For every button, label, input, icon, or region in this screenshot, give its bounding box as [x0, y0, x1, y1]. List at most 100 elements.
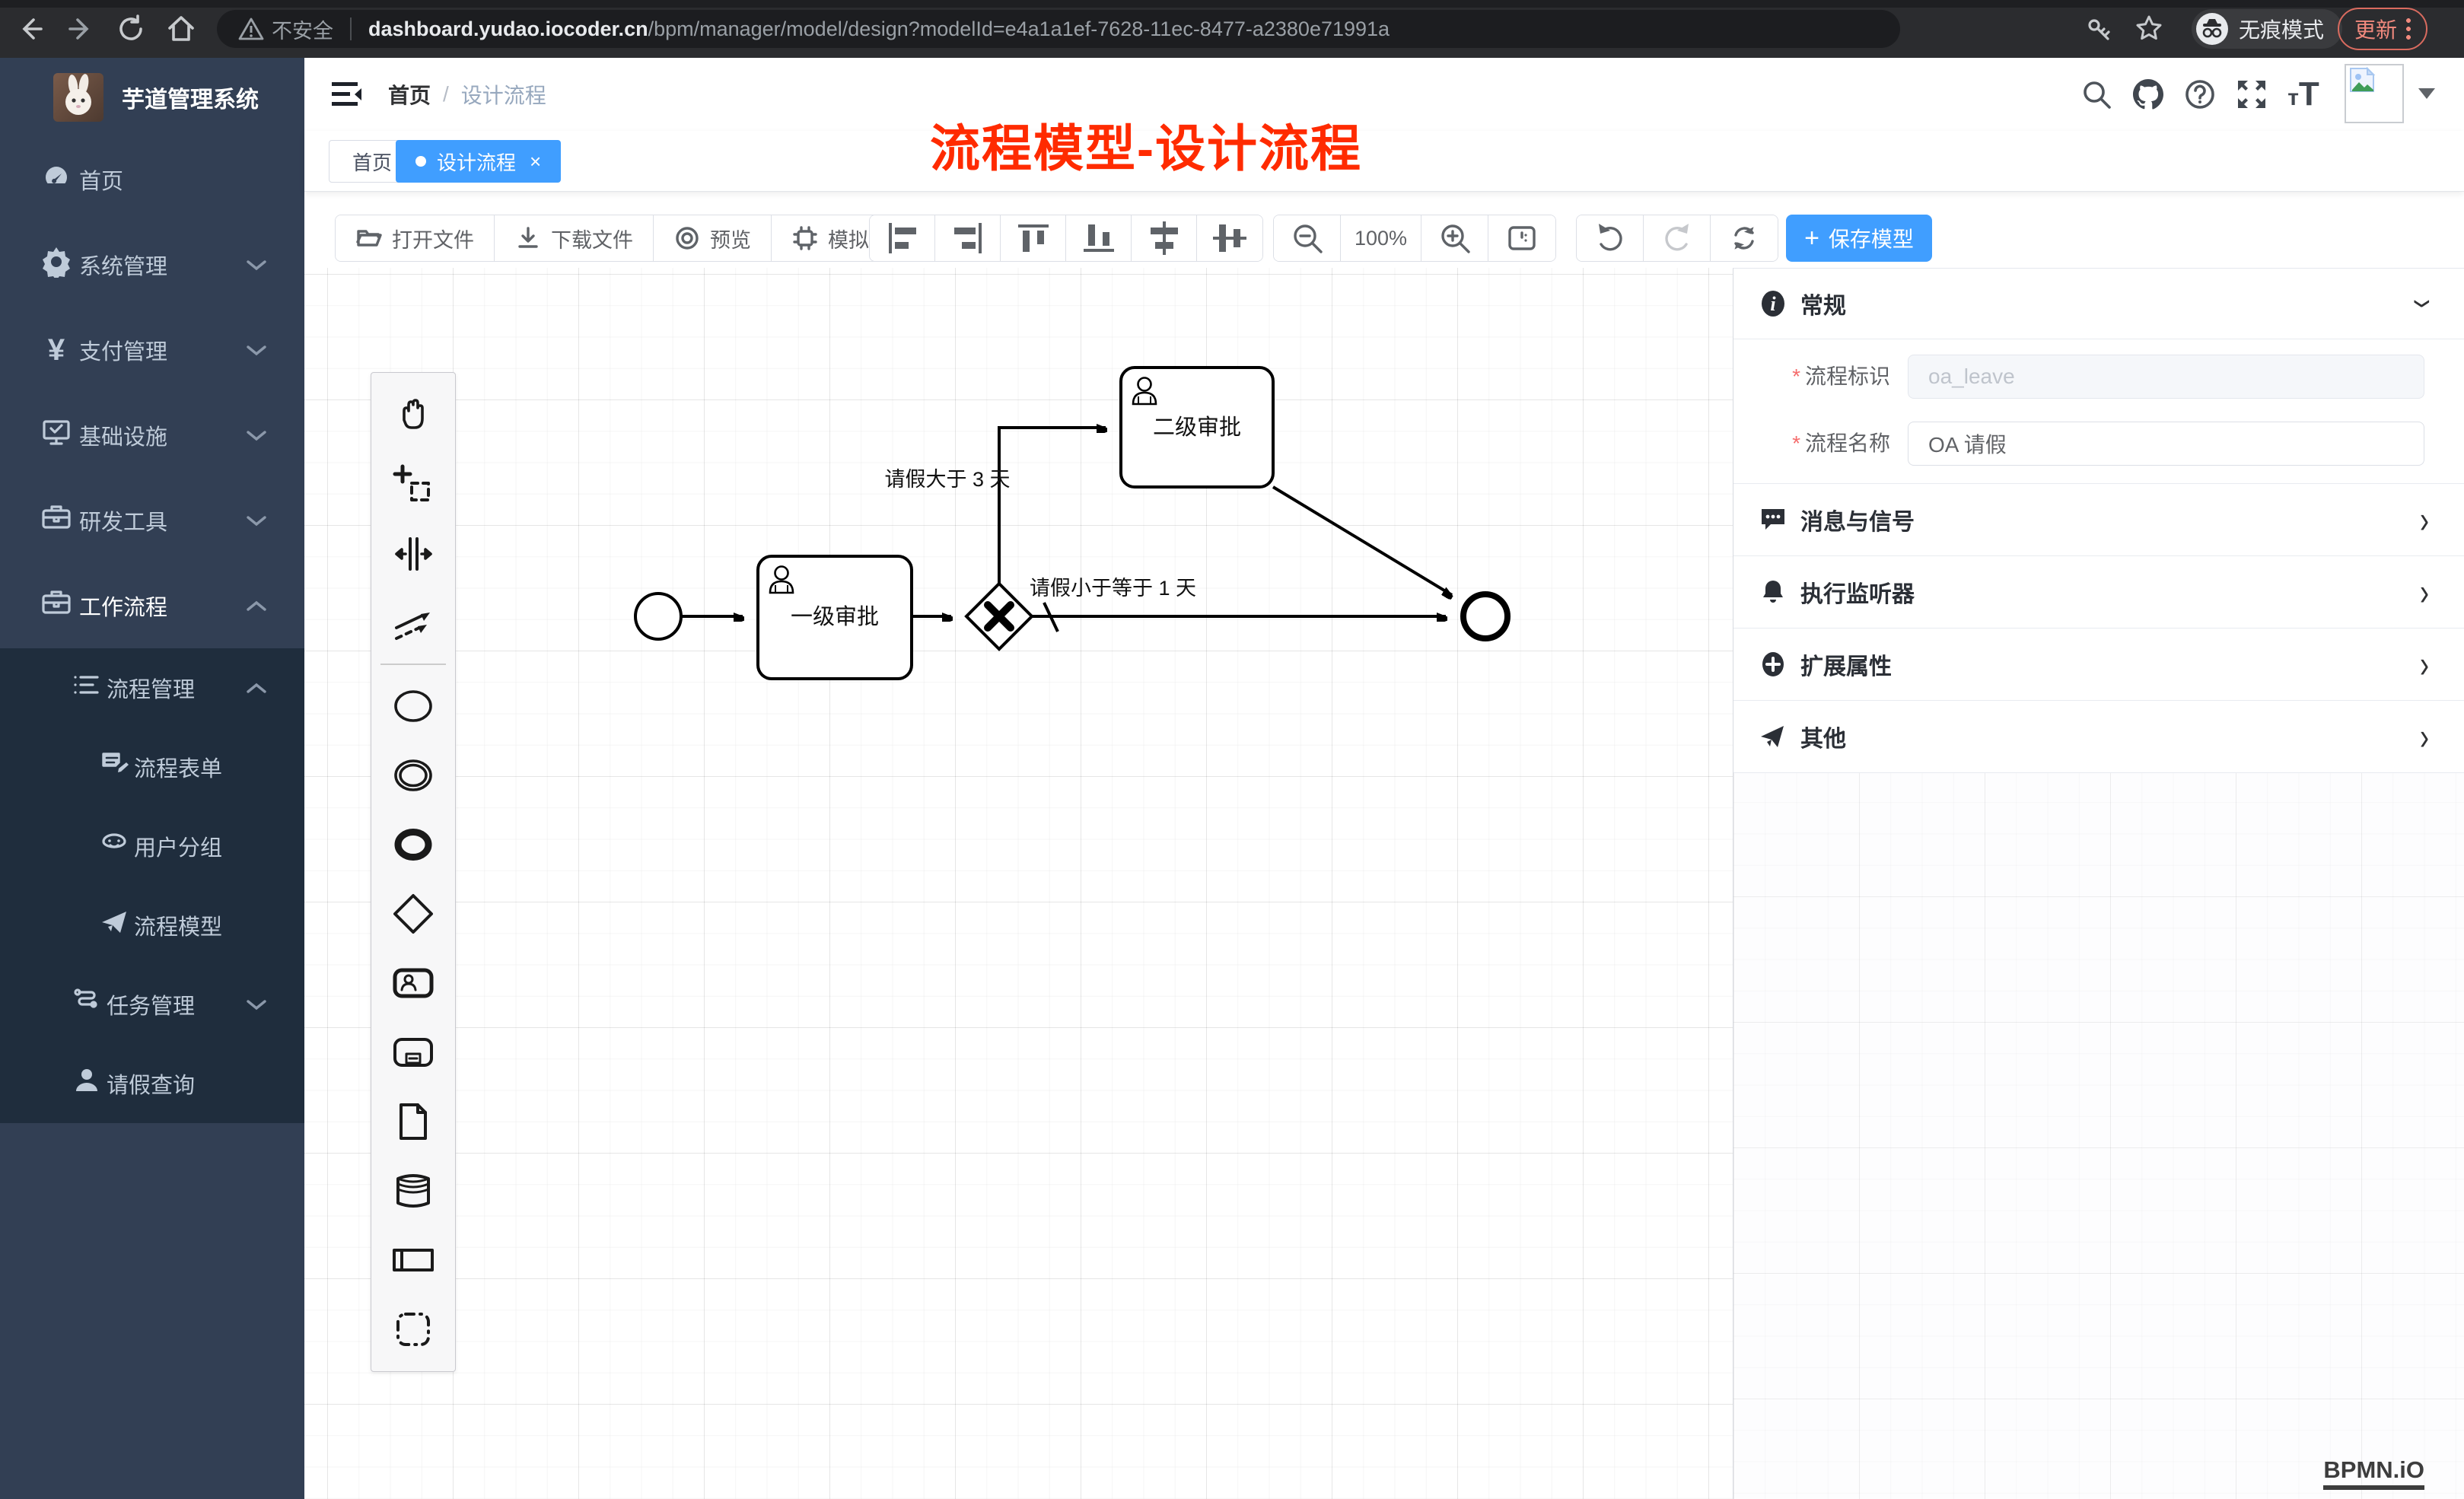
back-icon[interactable]	[12, 11, 49, 47]
fullscreen-icon[interactable]	[2227, 58, 2276, 131]
lasso-tool-icon[interactable]	[371, 450, 455, 519]
sidebar-item-label: 任务管理	[107, 988, 195, 1020]
sidebar-item-workflow[interactable]: 工作流程	[0, 563, 304, 648]
align-button-group	[869, 215, 1263, 262]
breadcrumb-home[interactable]: 首页	[388, 79, 431, 110]
chevron-right-icon: ›	[2420, 570, 2429, 615]
sidebar-logo-row[interactable]: 芋道管理系统	[0, 58, 304, 137]
space-tool-icon[interactable]	[371, 519, 455, 588]
sidebar-fold-icon[interactable]	[330, 79, 364, 113]
fit-viewport-icon[interactable]	[1488, 215, 1555, 261]
section-execution-listener[interactable]: 执行监听器 ›	[1733, 556, 2464, 629]
restart-icon[interactable]	[1711, 215, 1778, 261]
section-message-signal[interactable]: 消息与信号 ›	[1733, 484, 2464, 556]
section-other[interactable]: 其他 ›	[1733, 701, 2464, 773]
sidebar-item-process-model[interactable]: 流程模型	[0, 886, 304, 965]
bpmn-diagram[interactable]: 一级审批 二级审批 请假大于 3 天 请假小于等于 1 天	[304, 268, 1733, 1499]
github-icon[interactable]	[2124, 58, 2173, 131]
data-object-icon[interactable]	[371, 1087, 455, 1156]
exclusive-gateway[interactable]	[966, 584, 1032, 649]
save-model-button[interactable]: + 保存模型	[1786, 215, 1932, 262]
align-right-icon[interactable]	[935, 215, 1001, 261]
preview-button[interactable]: 预览	[654, 215, 772, 261]
zoom-level[interactable]: 100%	[1341, 215, 1421, 261]
user-task-icon[interactable]	[371, 948, 455, 1017]
update-button[interactable]: 更新	[2338, 8, 2427, 50]
sidebar-item-task-mgmt[interactable]: 任务管理	[0, 965, 304, 1044]
gateway-icon[interactable]	[371, 879, 455, 948]
process-key-input[interactable]	[1908, 355, 2424, 399]
security-warning[interactable]: 不安全	[238, 14, 333, 44]
sidebar-item-home[interactable]: 首页	[0, 137, 304, 222]
dashboard-icon	[40, 161, 73, 199]
align-top-icon[interactable]	[1001, 215, 1066, 261]
history-button-group	[1576, 215, 1778, 262]
process-name-input[interactable]	[1908, 422, 2424, 466]
download-file-button[interactable]: 下载文件	[495, 215, 654, 261]
sidebar-item-payment[interactable]: ¥ 支付管理	[0, 307, 304, 393]
start-event[interactable]	[635, 594, 681, 639]
flow-gateway-to-task2[interactable]	[999, 428, 1106, 584]
section-extended-attributes[interactable]: 扩展属性 ›	[1733, 629, 2464, 701]
redo-icon[interactable]	[1644, 215, 1711, 261]
tab-design-process[interactable]: 设计流程 ×	[396, 140, 561, 183]
sidebar-item-system[interactable]: 系统管理	[0, 222, 304, 307]
sidebar-item-process-mgmt[interactable]: 流程管理	[0, 648, 304, 727]
align-left-icon[interactable]	[870, 215, 935, 261]
bpmn-io-watermark[interactable]: BPMN.iO	[2323, 1456, 2424, 1490]
yen-icon: ¥	[40, 333, 73, 368]
end-event-icon[interactable]	[371, 810, 455, 879]
menu-dots-icon[interactable]	[2406, 17, 2411, 41]
bpmn-canvas[interactable]: 一级审批 二级审批 请假大于 3 天 请假小于等于 1 天	[304, 268, 1733, 1499]
help-icon[interactable]	[2176, 58, 2224, 131]
chevron-down-icon	[245, 253, 268, 278]
close-icon[interactable]: ×	[530, 150, 541, 173]
forward-icon[interactable]	[62, 11, 99, 47]
sidebar-item-devtools[interactable]: 研发工具	[0, 478, 304, 563]
group-icon[interactable]	[371, 1294, 455, 1364]
zoom-out-icon[interactable]	[1274, 215, 1341, 261]
sidebar-item-leave-query[interactable]: 请假查询	[0, 1044, 304, 1123]
font-size-icon[interactable]: тT	[2279, 58, 2328, 131]
condition2-label[interactable]: 请假小于等于 1 天	[1030, 577, 1196, 600]
align-center-h-icon[interactable]	[1132, 215, 1197, 261]
search-icon[interactable]	[2072, 58, 2121, 131]
breadcrumb-separator: /	[443, 82, 449, 107]
plus-icon: +	[1804, 224, 1819, 253]
sidebar-item-process-form[interactable]: 流程表单	[0, 727, 304, 807]
monitor-icon	[40, 416, 73, 454]
star-icon[interactable]	[2131, 11, 2167, 47]
sidebar-item-infrastructure[interactable]: 基础设施	[0, 393, 304, 478]
home-icon[interactable]	[163, 11, 199, 47]
key-icon[interactable]	[2081, 11, 2118, 47]
align-bottom-icon[interactable]	[1066, 215, 1132, 261]
briefcase-icon	[40, 501, 73, 539]
sidebar-item-user-group[interactable]: 用户分组	[0, 807, 304, 886]
svg-text:i: i	[1770, 293, 1776, 315]
section-general[interactable]: i 常规 ›	[1733, 269, 2464, 339]
user-task-level2[interactable]: 二级审批	[1121, 368, 1273, 487]
url-bar[interactable]: 不安全 dashboard.yudao.iocoder.cn/bpm/manag…	[217, 10, 1900, 48]
flow-task2-to-end[interactable]	[1273, 487, 1452, 595]
end-event[interactable]	[1463, 594, 1507, 638]
participant-icon[interactable]	[371, 1225, 455, 1294]
section-label: 常规	[1800, 287, 1846, 320]
user-task-level1[interactable]: 一级审批	[758, 556, 912, 679]
subprocess-icon[interactable]	[371, 1017, 455, 1087]
hand-tool-icon[interactable]	[371, 380, 455, 450]
open-file-button[interactable]: 打开文件	[336, 215, 495, 261]
zoom-in-icon[interactable]	[1421, 215, 1488, 261]
condition1-label[interactable]: 请假大于 3 天	[884, 468, 1010, 491]
intermediate-event-icon[interactable]	[371, 740, 455, 810]
reload-icon[interactable]	[113, 11, 149, 47]
chevron-down-icon[interactable]: ›	[2402, 299, 2447, 308]
start-event-icon[interactable]	[371, 671, 455, 740]
align-center-v-icon[interactable]	[1197, 215, 1262, 261]
user-group-icon	[97, 828, 131, 864]
data-store-icon[interactable]	[371, 1156, 455, 1225]
dropdown-caret-icon[interactable]	[2418, 88, 2435, 99]
avatar[interactable]	[2345, 64, 2404, 123]
list-icon	[70, 670, 103, 706]
undo-icon[interactable]	[1577, 215, 1644, 261]
global-connect-icon[interactable]	[371, 588, 455, 657]
